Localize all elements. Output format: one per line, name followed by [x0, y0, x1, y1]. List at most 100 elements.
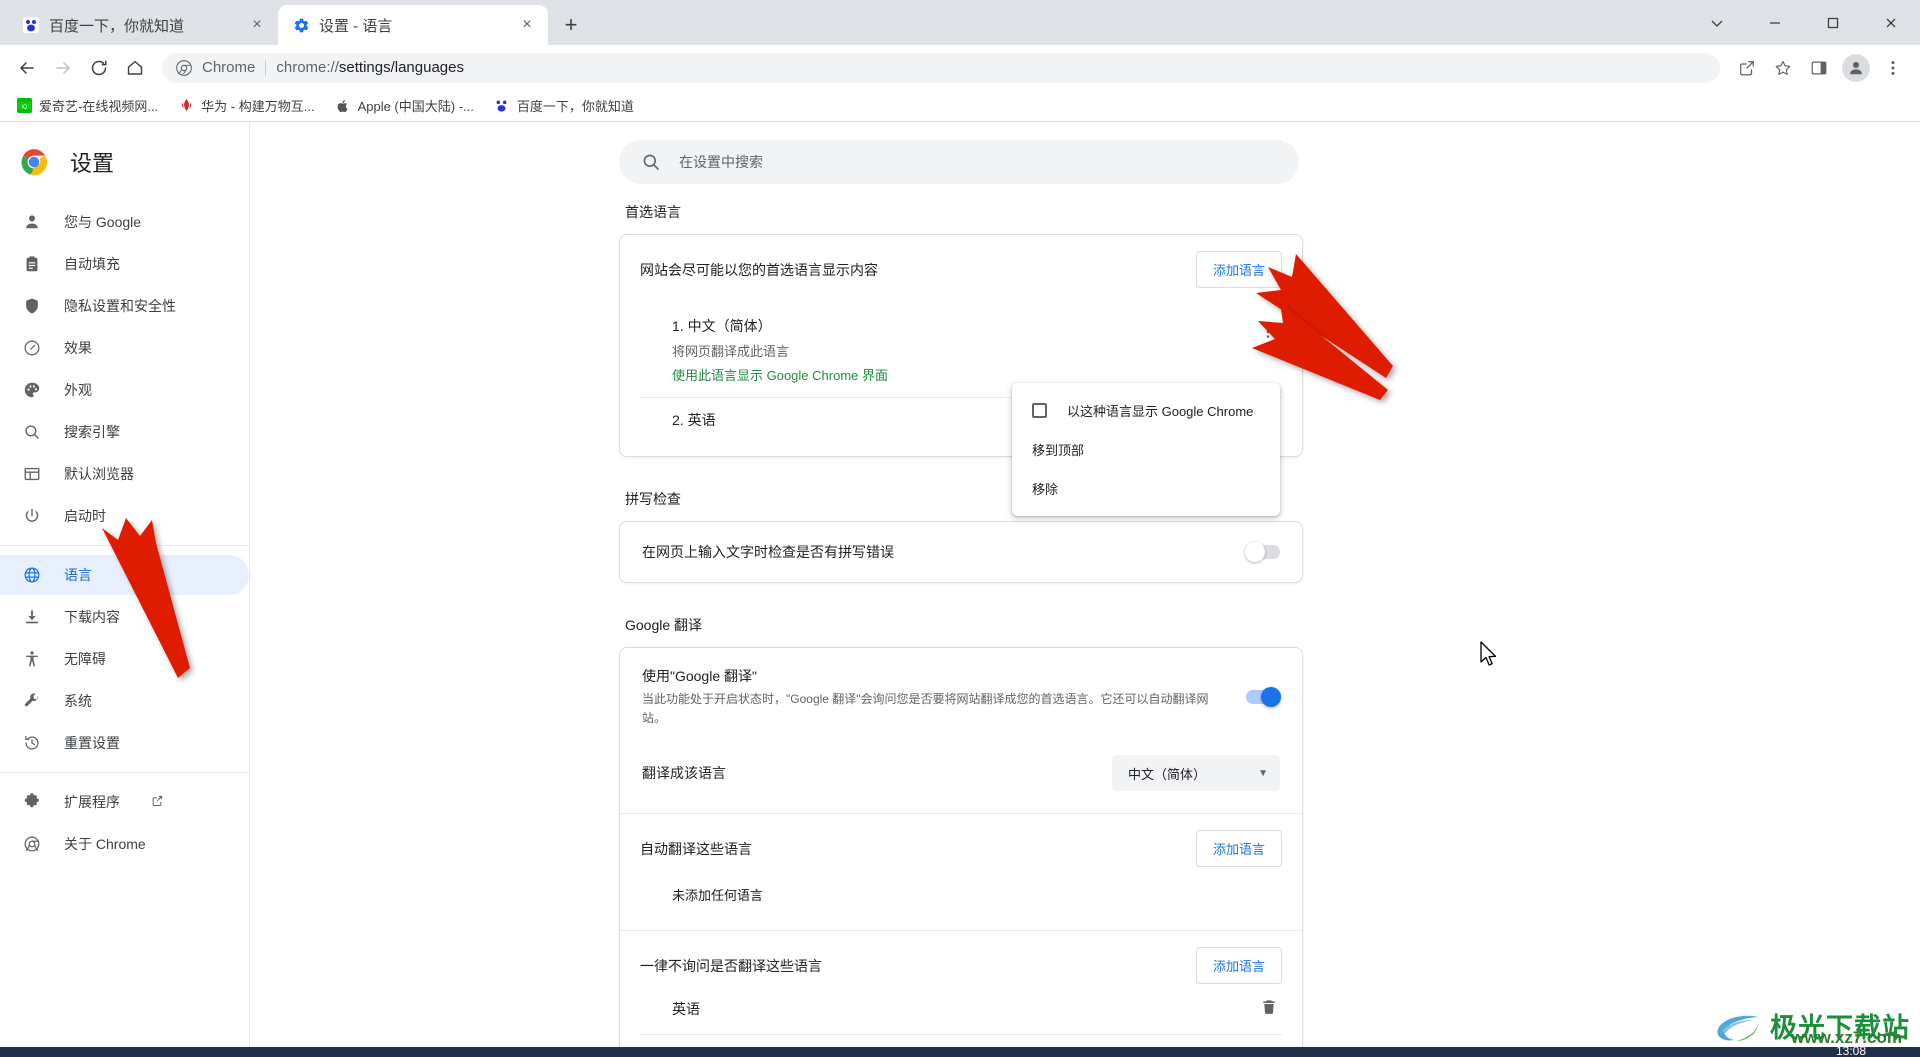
- sidebar-item-search-engine[interactable]: 搜索引擎: [0, 412, 249, 452]
- sidebar-item-languages[interactable]: 语言: [0, 555, 249, 595]
- search-placeholder: 在设置中搜索: [679, 154, 763, 170]
- section-title-google-translate: Google 翻译: [625, 617, 703, 633]
- checkbox-unchecked-icon[interactable]: [1032, 403, 1047, 418]
- back-arrow-icon[interactable]: [10, 51, 44, 85]
- sidebar-item-system[interactable]: 系统: [0, 681, 249, 721]
- sidebar-item-label: 重置设置: [64, 735, 120, 751]
- sidebar-item-label: 下载内容: [64, 609, 120, 625]
- sidebar-item-reset-settings[interactable]: 重置设置: [0, 723, 249, 763]
- translate-target-select[interactable]: 中文（简体） ▼: [1112, 755, 1280, 792]
- profile-avatar[interactable]: [1842, 53, 1870, 82]
- preferred-languages-header: 网站会尽可能以您的首选语言显示内容 添加语言: [620, 235, 1302, 304]
- sidebar-item-label: 扩展程序: [64, 794, 120, 810]
- close-window-icon[interactable]: [1862, 4, 1920, 42]
- address-bar[interactable]: Chrome chrome://settings/languages: [162, 52, 1720, 83]
- menu-item-label: 移到顶部: [1032, 443, 1085, 458]
- spellcheck-label: 在网页上输入文字时检查是否有拼写错误: [642, 544, 894, 560]
- language-ui-link[interactable]: 使用此语言显示 Google Chrome 界面: [672, 365, 888, 384]
- language-label: 英语: [672, 1001, 700, 1018]
- three-dot-menu-icon[interactable]: [1254, 318, 1282, 346]
- search-icon: [641, 152, 661, 172]
- menu-item-show-chrome-in-this-language[interactable]: 以这种语言显示 Google Chrome: [1012, 391, 1280, 430]
- sidebar-item-privacy-security[interactable]: 隐私设置和安全性: [0, 286, 249, 326]
- new-tab-button[interactable]: +: [554, 8, 588, 42]
- three-dot-menu-icon[interactable]: [1876, 51, 1910, 85]
- auto-translate-add-language-button[interactable]: 添加语言: [1195, 830, 1282, 868]
- maximize-icon[interactable]: [1804, 4, 1862, 42]
- close-icon[interactable]: ×: [516, 14, 538, 36]
- sidebar-item-performance[interactable]: 效果: [0, 328, 249, 368]
- menu-item-label: 移除: [1032, 482, 1059, 497]
- chrome-logo-icon: [20, 148, 48, 176]
- tab-strip: 百度一下，你就知道 × 设置 - 语言 × +: [0, 0, 1920, 45]
- sidebar-item-on-startup[interactable]: 启动时: [0, 496, 249, 536]
- close-icon[interactable]: ×: [246, 14, 268, 36]
- sidebar-item-label: 启动时: [64, 508, 106, 524]
- sidebar-item-autofill[interactable]: 自动填充: [0, 244, 249, 284]
- download-icon: [22, 607, 42, 627]
- chrome-icon: [176, 59, 192, 76]
- forward-arrow-icon[interactable]: [46, 51, 80, 85]
- omnibox-chip-label: Chrome: [202, 59, 256, 76]
- baidu-icon: [22, 16, 40, 34]
- bookmark-item[interactable]: iQ 爱奇艺-在线视频网...: [8, 92, 166, 119]
- settings-page: 设置 您与 Google 自动填充 隐私设置和安全性 效果 外观 搜索引擎 默认…: [0, 122, 1920, 1047]
- share-icon[interactable]: [1730, 51, 1764, 85]
- reload-icon[interactable]: [82, 51, 116, 85]
- never-translate-list: 英语 中文（简体）: [640, 984, 1282, 1047]
- never-translate-label: 一律不询问是否翻译这些语言: [640, 957, 822, 974]
- star-icon[interactable]: [1766, 51, 1800, 85]
- svg-text:iQ: iQ: [21, 104, 27, 110]
- power-icon: [22, 506, 42, 526]
- browser-toolbar: Chrome chrome://settings/languages: [0, 45, 1920, 90]
- section-title-preferred-languages: 首选语言: [625, 204, 681, 220]
- sidebar-item-label: 搜索引擎: [64, 424, 120, 440]
- auto-translate-label: 自动翻译这些语言: [640, 840, 752, 857]
- sidebar-item-accessibility[interactable]: 无障碍: [0, 639, 249, 679]
- never-translate-add-language-button[interactable]: 添加语言: [1195, 947, 1282, 985]
- menu-item-remove[interactable]: 移除: [1012, 469, 1280, 508]
- use-translate-toggle[interactable]: [1246, 686, 1281, 707]
- sidebar-item-appearance[interactable]: 外观: [0, 370, 249, 410]
- sidebar-item-about-chrome[interactable]: 关于 Chrome: [0, 824, 249, 864]
- trash-icon[interactable]: [1260, 998, 1282, 1020]
- window-controls: [1688, 0, 1920, 45]
- watermark-logo-icon: [1717, 1015, 1758, 1041]
- watermark-text-wrap: 极光下载站 www.xz7.com: [1770, 1014, 1910, 1047]
- bookmarks-bar: iQ 爱奇艺-在线视频网... 华为 - 构建万物互... Apple (中国大…: [0, 90, 1920, 122]
- side-panel-icon[interactable]: [1802, 51, 1836, 85]
- language-context-menu: 以这种语言显示 Google Chrome 移到顶部 移除: [1012, 383, 1280, 516]
- minimize-icon[interactable]: [1746, 4, 1804, 42]
- spellcheck-toggle[interactable]: [1245, 542, 1280, 562]
- sidebar-item-label: 自动填充: [64, 256, 120, 272]
- omnibox-url: chrome://settings/languages: [276, 59, 464, 76]
- page-title: 设置: [70, 151, 115, 176]
- search-input[interactable]: 在设置中搜索: [619, 140, 1299, 184]
- shield-icon: [22, 296, 42, 316]
- tab-search-chevron-icon[interactable]: [1688, 4, 1746, 42]
- person-icon: [22, 212, 42, 232]
- use-translate-row: 使用"Google 翻译" 当此功能处于开启状态时，"Google 翻译"会询问…: [620, 648, 1302, 745]
- bookmark-item[interactable]: 百度一下，你就知道: [486, 92, 642, 119]
- sidebar-item-label: 您与 Google: [64, 214, 142, 230]
- sidebar-item-you-and-google[interactable]: 您与 Google: [0, 202, 249, 242]
- menu-item-move-to-top[interactable]: 移到顶部: [1012, 430, 1280, 469]
- menu-item-label: 以这种语言显示 Google Chrome: [1067, 404, 1254, 419]
- sidebar-item-extensions[interactable]: 扩展程序: [0, 782, 249, 822]
- bookmark-item[interactable]: Apple (中国大陆) -...: [327, 92, 482, 119]
- speedometer-icon: [22, 338, 42, 358]
- sidebar-item-default-browser[interactable]: 默认浏览器: [0, 454, 249, 494]
- sidebar-item-downloads[interactable]: 下载内容: [0, 597, 249, 637]
- list-item: 英语: [640, 984, 1282, 1034]
- add-language-button[interactable]: 添加语言: [1195, 251, 1282, 288]
- bookmark-label: 华为 - 构建万物互...: [201, 99, 315, 114]
- browser-tab-baidu[interactable]: 百度一下，你就知道 ×: [8, 5, 278, 45]
- settings-brand: 设置: [0, 132, 249, 200]
- settings-gear-icon: [292, 16, 310, 34]
- browser-tab-settings[interactable]: 设置 - 语言 ×: [278, 5, 548, 45]
- language-name: 1. 中文（简体）: [672, 316, 1282, 336]
- home-icon[interactable]: [118, 51, 152, 85]
- tab-title: 百度一下，你就知道: [49, 17, 185, 35]
- bookmark-item[interactable]: 华为 - 构建万物互...: [170, 92, 322, 119]
- auto-translate-header: 自动翻译这些语言 添加语言: [640, 830, 1282, 868]
